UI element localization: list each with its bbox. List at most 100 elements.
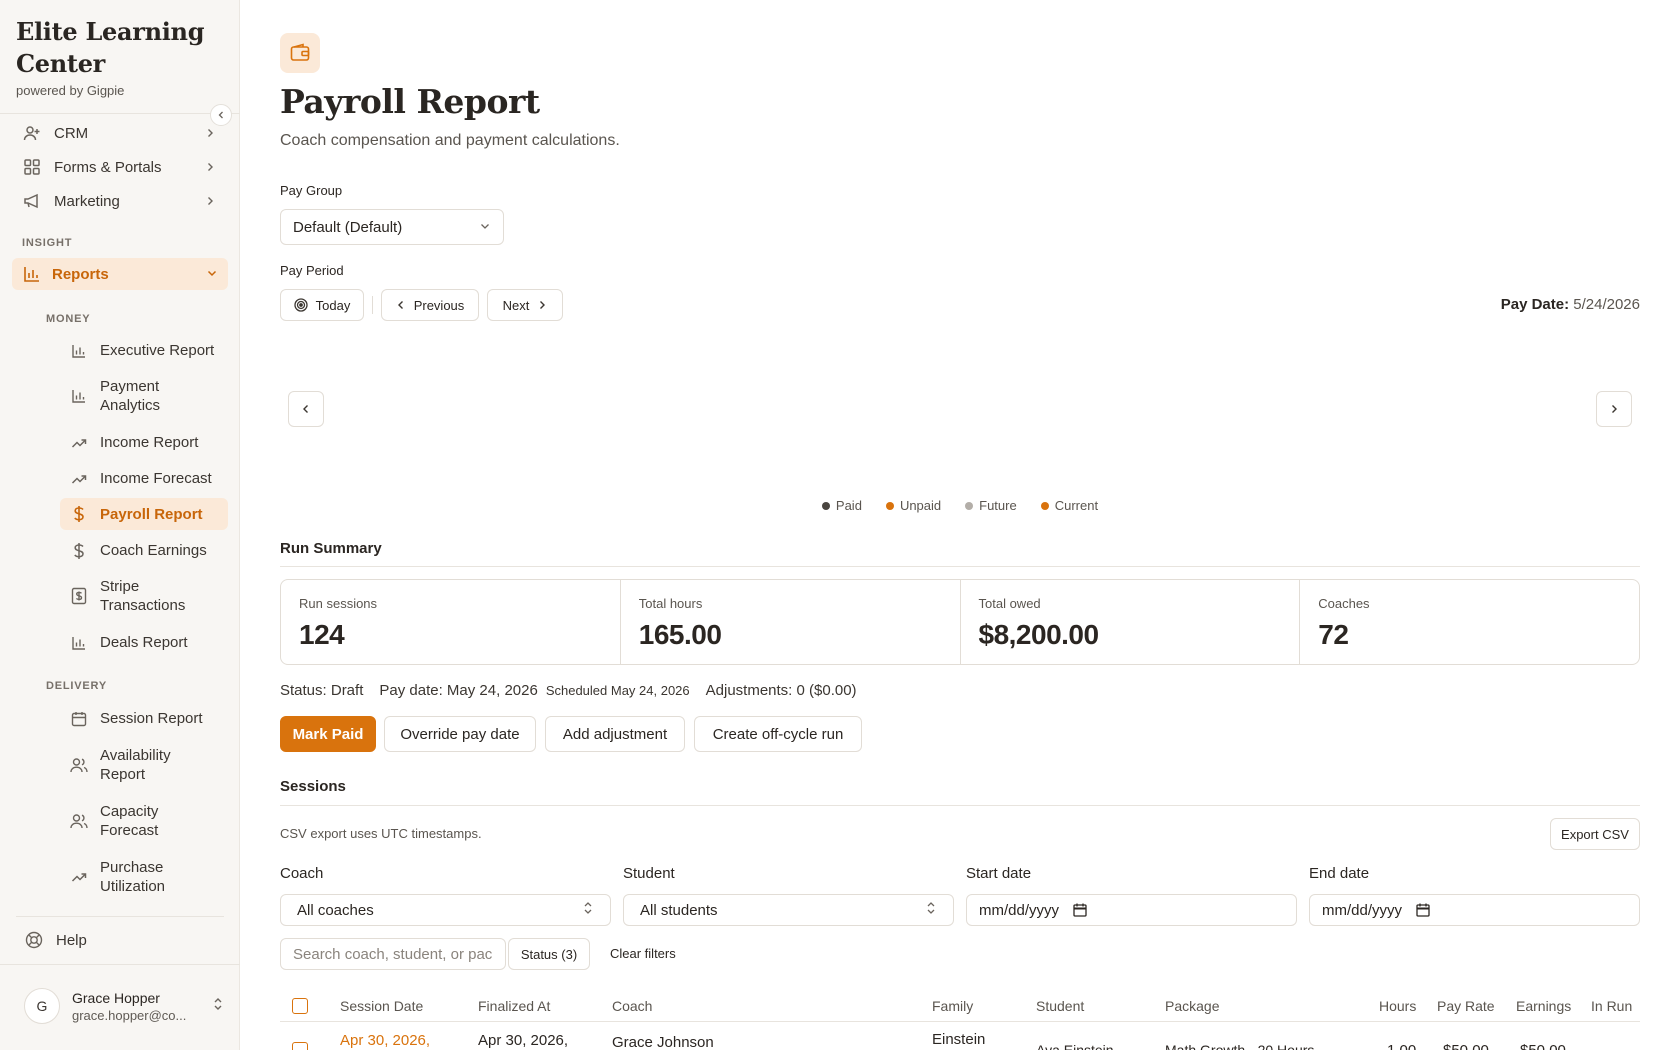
column-header[interactable]: Finalized At [478, 998, 550, 1014]
nav-item-income-report[interactable]: Income Report [60, 433, 228, 452]
chevron-right-icon [202, 159, 218, 175]
nav-item-capacity-forecast[interactable]: Capacity Forecast [60, 802, 228, 840]
page-subtitle: Coach compensation and payment calculati… [280, 132, 620, 149]
session-date-link[interactable]: Apr 30, 2026, [340, 1032, 430, 1049]
pay-group-label: Pay Group [280, 183, 343, 198]
today-button[interactable]: Today [280, 289, 364, 321]
export-csv-button[interactable]: Export CSV [1550, 818, 1640, 850]
clear-filters-button[interactable]: Clear filters [610, 946, 676, 961]
column-header[interactable]: Session Date [340, 998, 423, 1014]
nav-item-stripe-transactions[interactable]: Stripe Transactions [60, 577, 228, 615]
family-name: Einstein [932, 1031, 986, 1048]
table-row[interactable]: Apr 30, 2026, Apr 30, 2026, Grace Johnso… [280, 1022, 1640, 1050]
add-adjustment-button[interactable]: Add adjustment [545, 716, 685, 752]
end-date-label: End date [1309, 865, 1370, 882]
section-label-delivery: DELIVERY [46, 680, 108, 692]
nav-item-purchase-utilization[interactable]: Purchase Utilization [60, 858, 228, 896]
column-header[interactable]: Family [932, 998, 973, 1014]
run-status-line: Status: Draft Pay date: May 24, 2026 Sch… [280, 682, 857, 699]
nav-item-help[interactable]: Help [24, 930, 87, 950]
sidebar: Elite Learning Center powered by Gigpie … [0, 0, 240, 1050]
nav-top: CRM Forms & Portals Marketing [12, 116, 228, 218]
legend-item-current: Current [1040, 498, 1098, 513]
brand-subtitle: powered by Gigpie [16, 83, 125, 98]
timeline-next-button[interactable] [1596, 391, 1632, 427]
column-header[interactable]: Student [1036, 998, 1084, 1014]
nav-item-payment-analytics[interactable]: Payment Analytics [60, 377, 228, 415]
section-label-insight: INSIGHT [22, 237, 73, 249]
previous-button[interactable]: Previous [381, 289, 479, 321]
nav-item-label: Income Forecast [100, 470, 212, 487]
timeline-legend: Paid Unpaid Future Current [280, 498, 1640, 513]
nav-item-income-forecast[interactable]: Income Forecast [60, 469, 228, 488]
nav-item-label: Executive Report [100, 342, 215, 359]
pay-group-select[interactable]: Default (Default) [280, 209, 504, 245]
user-email: grace.hopper@co... [72, 1007, 187, 1023]
nav-item-label: Deals Report [100, 634, 188, 651]
chevron-up-down-icon [582, 900, 594, 920]
student-name: Ava Einstein [1036, 1042, 1114, 1050]
legend-label: Future [979, 498, 1017, 513]
user-plus-icon [22, 123, 42, 143]
column-header[interactable]: In Run [1591, 998, 1632, 1014]
column-header[interactable]: Package [1165, 998, 1219, 1014]
main-content: Payroll Report Coach compensation and pa… [280, 0, 1640, 1050]
nav-item-availability-report[interactable]: Availability Report [60, 746, 228, 784]
earnings: $50.00 [1520, 1042, 1566, 1050]
column-header[interactable]: Hours [1379, 998, 1416, 1014]
next-button[interactable]: Next [487, 289, 563, 321]
chevron-right-icon [537, 300, 547, 310]
run-pay-date: Pay date: May 24, 2026 [379, 682, 538, 699]
column-header[interactable]: Pay Rate [1437, 998, 1495, 1014]
hours: 1.00 [1387, 1042, 1416, 1050]
nav-item-crm[interactable]: CRM [12, 116, 228, 150]
csv-note: CSV export uses UTC timestamps. [280, 826, 482, 841]
row-checkbox[interactable] [292, 1042, 308, 1050]
nav-item-label: Purchase Utilization [100, 859, 166, 895]
column-header[interactable]: Coach [612, 998, 652, 1014]
nav-item-executive-report[interactable]: Executive Report [60, 341, 228, 360]
stat-label: Run sessions [299, 596, 378, 611]
user-menu[interactable]: G Grace Hopper grace.hopper@co... [24, 988, 224, 1024]
select-all-checkbox[interactable] [292, 998, 308, 1014]
grid-icon [22, 157, 42, 177]
nav-item-forms-portals[interactable]: Forms & Portals [12, 150, 228, 184]
nav-item-deals-report[interactable]: Deals Report [60, 633, 228, 652]
nav-item-label: Forms & Portals [54, 158, 162, 176]
coach-filter-label: Coach [280, 865, 324, 882]
end-date-value: mm/dd/yyyy [1322, 901, 1403, 919]
stat-value: 72 [1318, 619, 1349, 650]
pay-date-label: Pay Date: [1500, 296, 1570, 313]
student-filter-select[interactable]: All students [623, 894, 954, 926]
stat-total-owed: Total owed $8,200.00 [961, 580, 1301, 664]
legend-label: Paid [835, 498, 862, 513]
end-date-input[interactable]: mm/dd/yyyy [1309, 894, 1640, 926]
run-adjustments: Adjustments: 0 ($0.00) [705, 682, 857, 699]
wallet-icon [280, 33, 320, 73]
timeline-prev-button[interactable] [288, 391, 324, 427]
create-off-cycle-run-button[interactable]: Create off-cycle run [694, 716, 862, 752]
chevron-right-icon [202, 125, 218, 141]
stat-label: Total owed [978, 596, 1041, 611]
nav-item-payroll-report[interactable]: Payroll Report [60, 498, 228, 530]
mark-paid-button[interactable]: Mark Paid [280, 716, 376, 752]
nav-item-marketing[interactable]: Marketing [12, 184, 228, 218]
status-filter-button[interactable]: Status (3) [508, 938, 590, 970]
legend-item-future: Future [965, 498, 1017, 513]
nav-item-session-report[interactable]: Session Report [60, 709, 228, 728]
sessions-search-input[interactable]: Search coach, student, or pac [280, 938, 506, 970]
legend-label: Unpaid [899, 498, 942, 513]
start-date-input[interactable]: mm/dd/yyyy [966, 894, 1297, 926]
stat-coaches: Coaches 72 [1300, 580, 1639, 664]
chevron-right-icon [1612, 405, 1617, 413]
nav-item-coach-earnings[interactable]: Coach Earnings [60, 541, 228, 560]
nav-item-reports[interactable]: Reports [12, 258, 228, 290]
coach-filter-select[interactable]: All coaches [280, 894, 611, 926]
student-filter-label: Student [623, 865, 675, 882]
pay-date-value: 5/24/2026 [1573, 296, 1640, 313]
column-header[interactable]: Earnings [1516, 998, 1571, 1014]
override-pay-date-button[interactable]: Override pay date [384, 716, 536, 752]
start-date-label: Start date [966, 865, 1032, 882]
legend-item-paid: Paid [821, 498, 862, 513]
stat-value: $8,200.00 [978, 619, 1100, 650]
